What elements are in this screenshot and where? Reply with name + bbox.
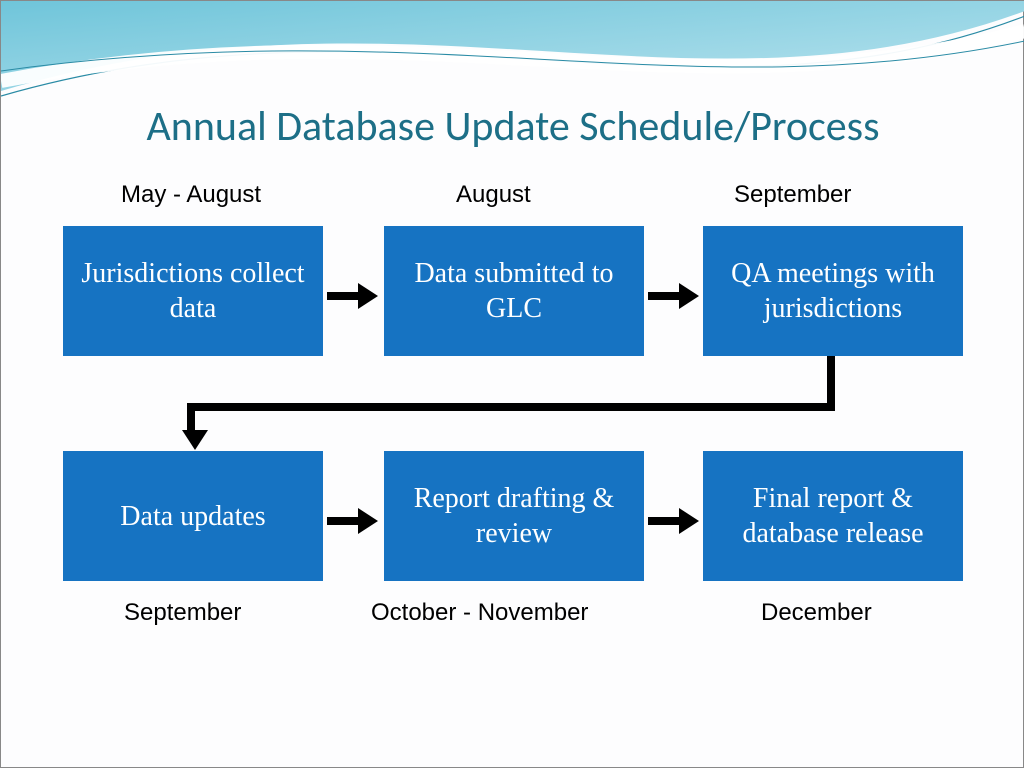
step-box-2: Data submitted to GLC bbox=[384, 226, 644, 356]
period-label-1: May - August bbox=[121, 181, 261, 209]
period-label-3: September bbox=[734, 181, 851, 209]
period-label-6: December bbox=[761, 599, 872, 627]
period-label-2: August bbox=[456, 181, 531, 209]
step-box-4: Data updates bbox=[63, 451, 323, 581]
arrow-2-to-3 bbox=[648, 283, 699, 309]
period-label-4: September bbox=[124, 599, 241, 627]
step-box-3: QA meetings with jurisdictions bbox=[703, 226, 963, 356]
period-label-5: October - November bbox=[371, 599, 588, 627]
slide: Annual Database Update Schedule/Process … bbox=[0, 0, 1024, 768]
arrow-3-to-4-seg-down2 bbox=[187, 403, 195, 433]
arrow-3-to-4-seg-across bbox=[187, 403, 835, 411]
step-box-1: Jurisdictions collect data bbox=[63, 226, 323, 356]
step-box-5: Report drafting & review bbox=[384, 451, 644, 581]
arrow-5-to-6 bbox=[648, 508, 699, 534]
step-box-6: Final report & database release bbox=[703, 451, 963, 581]
arrow-3-to-4-head bbox=[182, 430, 208, 450]
arrow-1-to-2 bbox=[327, 283, 378, 309]
arrow-4-to-5 bbox=[327, 508, 378, 534]
slide-title: Annual Database Update Schedule/Process bbox=[1, 101, 1024, 152]
